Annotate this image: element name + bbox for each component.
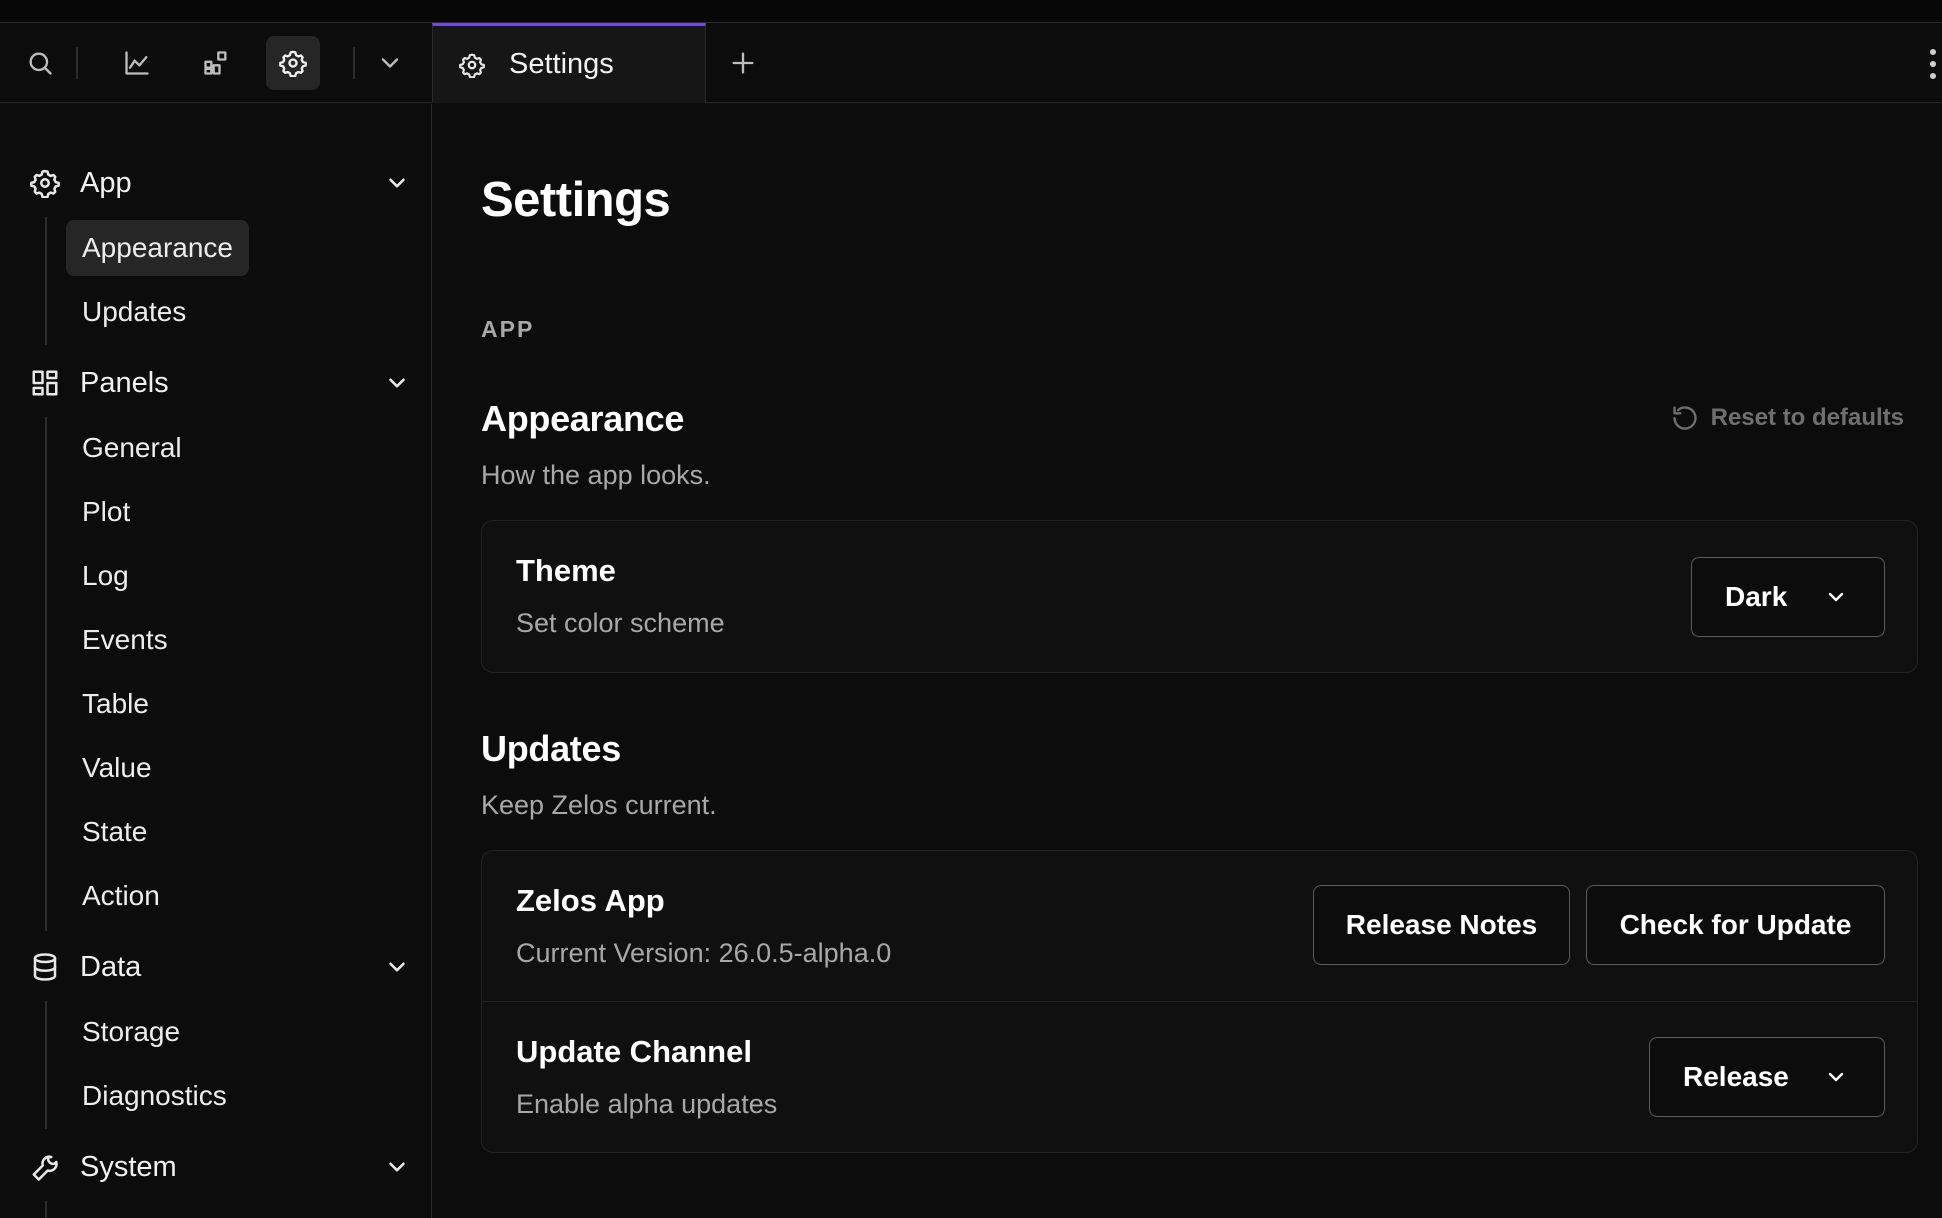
plus-icon[interactable] [716,36,770,90]
current-version: Current Version: 26.0.5-alpha.0 [516,938,892,968]
toolbar: Settings [0,23,1942,103]
group-guide-line [45,217,47,345]
sidebar-item-updates[interactable]: Updates [66,284,202,340]
chevron-down-icon[interactable] [363,36,417,90]
group-guide-line [45,1001,47,1129]
chevron-down-icon [1828,592,1844,602]
tab-settings[interactable]: Settings [432,23,706,103]
page-title: Settings [481,173,671,227]
tab-label: Settings [509,48,614,80]
chevron-down-icon[interactable] [384,1154,410,1180]
sidebar-group-label: Panels [80,366,169,399]
database-icon [33,953,57,981]
theme-subtitle: Set color scheme [516,608,725,638]
chevron-down-icon[interactable] [384,370,410,396]
update-channel-value: Release [1683,1061,1789,1092]
check-for-update-button[interactable]: Check for Update [1586,885,1885,965]
gear-icon[interactable] [266,36,320,90]
theme-select-value: Dark [1725,581,1788,612]
zelos-app-title: Zelos App [516,883,665,918]
sidebar-item-plot[interactable]: Plot [66,484,146,540]
group-guide-line [45,417,47,931]
theme-title: Theme [516,553,616,588]
gear-icon [30,169,60,198]
sidebar-item-table[interactable]: Table [66,676,165,732]
row-divider [482,1001,1917,1002]
updates-description: Keep Zelos current. [481,790,717,820]
search-icon[interactable] [13,36,67,90]
sidebar-item-storage[interactable]: Storage [66,1004,196,1060]
line-chart-icon[interactable] [110,36,164,90]
section-label: APP [481,316,535,342]
update-channel-select[interactable]: Release [1649,1037,1885,1117]
group-guide-line [45,1201,47,1218]
appearance-description: How the app looks. [481,460,711,490]
sidebar-group-data[interactable]: Data [30,940,410,994]
gear-icon [459,53,485,78]
theme-select[interactable]: Dark [1691,557,1885,637]
sidebar-item-action[interactable]: Action [66,868,176,924]
sidebar-group-panels[interactable]: Panels [30,356,410,410]
sidebar-item-diagnostics[interactable]: Diagnostics [66,1068,243,1124]
release-notes-button[interactable]: Release Notes [1313,885,1570,965]
appearance-card: Theme Set color scheme Dark [481,520,1918,673]
update-channel-subtitle: Enable alpha updates [516,1089,778,1119]
update-channel-title: Update Channel [516,1034,752,1069]
toolbar-divider [353,47,355,79]
sidebar-item-state[interactable]: State [66,804,163,860]
sidebar-group-app[interactable]: App [30,156,410,210]
sidebar-item-general[interactable]: General [66,420,198,476]
sidebar-group-label: App [80,166,132,199]
reset-label: Reset to defaults [1710,404,1904,431]
appearance-title: Appearance [481,398,685,439]
toolbar-divider [76,47,78,79]
kebab-icon[interactable] [1924,47,1942,81]
updates-card: Zelos App Current Version: 26.0.5-alpha.… [481,850,1918,1153]
chevron-down-icon[interactable] [384,954,410,980]
sidebar-item-appearance[interactable]: Appearance [66,220,250,276]
sidebar-item-events[interactable]: Events [66,612,184,668]
updates-title: Updates [481,728,621,769]
reset-icon [1672,406,1697,430]
window-top-strip [0,0,1942,23]
panels-add-icon[interactable] [189,36,243,90]
panels-icon [32,370,58,396]
chevron-down-icon [1828,1072,1844,1082]
sidebar-item-value[interactable]: Value [66,740,168,796]
sidebar-group-label: System [80,1150,177,1183]
sidebar: App Appearance Updates Panels General Pl… [0,104,432,1218]
wrench-icon [32,1155,58,1181]
settings-content: Settings APP Appearance How the app look… [433,104,1942,1218]
sidebar-group-system[interactable]: System [30,1140,410,1194]
chevron-down-icon[interactable] [384,170,410,196]
sidebar-group-label: Data [80,950,142,983]
reset-to-defaults-button[interactable]: Reset to defaults [1671,404,1904,432]
sidebar-item-log[interactable]: Log [66,548,145,604]
